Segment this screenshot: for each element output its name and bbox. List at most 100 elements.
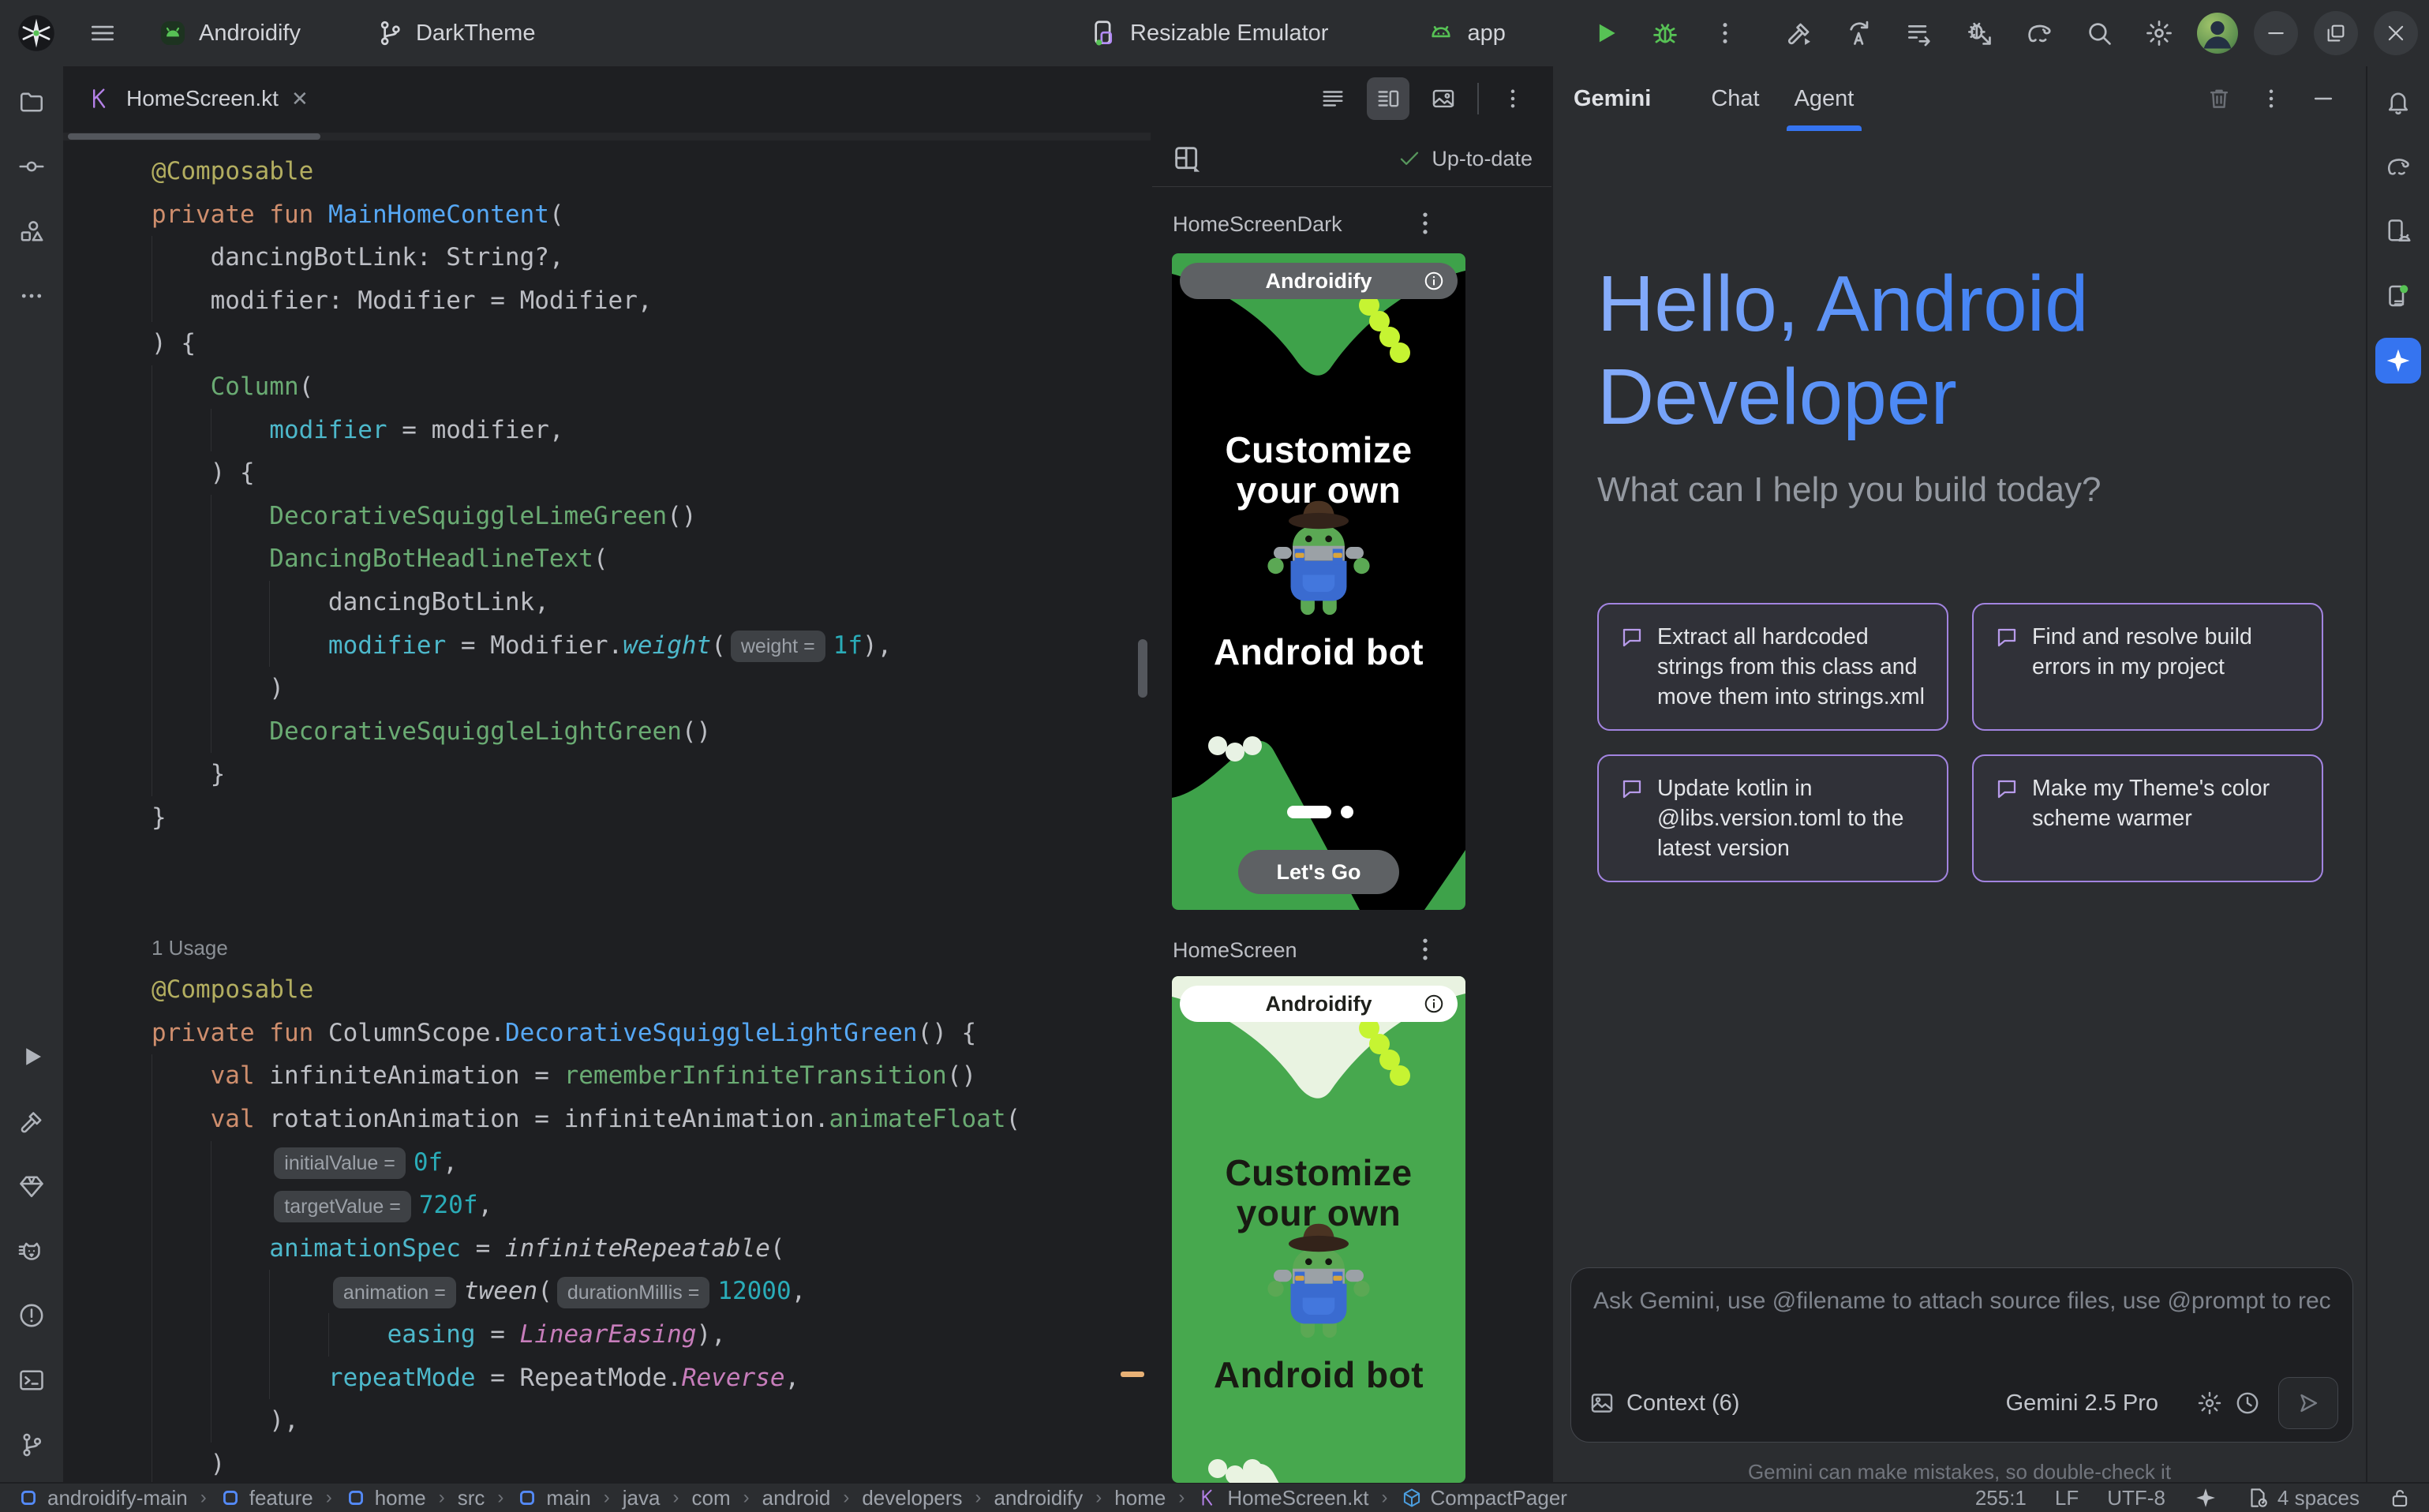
run-config-selector[interactable]: app bbox=[1417, 12, 1546, 54]
status-encoding[interactable]: UTF-8 bbox=[2107, 1486, 2165, 1510]
suggestion-card[interactable]: Extract all hardcoded strings from this … bbox=[1597, 603, 1948, 731]
main-menu-button[interactable] bbox=[80, 11, 125, 55]
debug-button[interactable] bbox=[1643, 11, 1687, 55]
tool-window-logcat[interactable] bbox=[9, 1228, 54, 1274]
tool-window-build[interactable] bbox=[9, 1098, 54, 1144]
run-button[interactable] bbox=[1583, 11, 1627, 55]
status-caret-position[interactable]: 255:1 bbox=[1975, 1486, 2027, 1510]
gemini-tab-agent[interactable]: Agent bbox=[1777, 66, 1872, 131]
send-button[interactable] bbox=[2278, 1377, 2338, 1429]
tool-window-terminal[interactable] bbox=[9, 1357, 54, 1403]
sync-button[interactable] bbox=[1837, 11, 1881, 55]
suggestion-card[interactable]: Make my Theme's color scheme warmer bbox=[1972, 754, 2323, 882]
tool-window-version-control[interactable] bbox=[9, 1422, 54, 1468]
attach-image-icon[interactable] bbox=[1589, 1390, 1615, 1417]
gemini-header: Gemini ChatAgent bbox=[1553, 66, 2366, 131]
build-button[interactable] bbox=[1777, 11, 1821, 55]
status-read-write-toggle[interactable] bbox=[2388, 1486, 2412, 1510]
close-tab-icon[interactable]: ✕ bbox=[291, 87, 309, 111]
breadcrumb-item[interactable]: androidify-main bbox=[17, 1486, 188, 1510]
folder-root-icon bbox=[345, 1487, 367, 1509]
settings-button[interactable] bbox=[2137, 11, 2181, 55]
check-icon bbox=[1397, 146, 1422, 171]
profiler-button[interactable] bbox=[1897, 11, 1941, 55]
preview-options-button[interactable] bbox=[1409, 934, 1441, 965]
code-line: modifier = Modifier.weight(weight =1f), bbox=[152, 624, 1119, 668]
minimize-window-button[interactable] bbox=[2254, 11, 2298, 55]
tool-window-gradle[interactable] bbox=[2375, 144, 2421, 189]
breadcrumb-item[interactable]: CompactPager bbox=[1401, 1486, 1567, 1510]
breadcrumb-item[interactable]: feature bbox=[219, 1486, 313, 1510]
gemini-panel: Gemini ChatAgent Hello, Android Develope… bbox=[1551, 66, 2366, 1482]
preview-canvas[interactable]: HomeScreenDark Androidify Customize your… bbox=[1152, 187, 1551, 1483]
breadcrumb-item[interactable]: java bbox=[623, 1486, 661, 1510]
chat-bubble-icon bbox=[1619, 625, 1645, 650]
tool-window-app-quality-insights[interactable] bbox=[9, 1163, 54, 1209]
horizontal-scrollbar[interactable] bbox=[63, 133, 1151, 140]
gemini-settings-icon[interactable] bbox=[2196, 1390, 2223, 1417]
editor-options-button[interactable] bbox=[1491, 77, 1534, 120]
design-view-button[interactable] bbox=[1422, 77, 1465, 120]
tool-window-problems[interactable] bbox=[9, 1293, 54, 1338]
close-window-button[interactable] bbox=[2374, 11, 2418, 55]
tool-window-notifications[interactable] bbox=[2375, 79, 2421, 125]
app-bar: Androidify bbox=[1180, 263, 1458, 299]
hide-panel-button[interactable] bbox=[2301, 77, 2345, 121]
kotlin-file-icon bbox=[87, 85, 114, 112]
tool-window-resource-manager[interactable] bbox=[9, 208, 54, 254]
breadcrumb-item[interactable]: src bbox=[458, 1486, 485, 1510]
tool-window-gemini[interactable] bbox=[2375, 338, 2421, 384]
tool-window-device-manager[interactable] bbox=[2375, 208, 2421, 254]
breadcrumb-item[interactable]: android bbox=[762, 1486, 831, 1510]
suggestion-card[interactable]: Update kotlin in @libs.version.toml to t… bbox=[1597, 754, 1948, 882]
breadcrumb-item[interactable]: androidify bbox=[994, 1486, 1084, 1510]
tool-window-run[interactable] bbox=[9, 1034, 54, 1080]
info-icon[interactable] bbox=[1423, 270, 1445, 292]
vertical-scrollbar[interactable] bbox=[1138, 639, 1147, 698]
phone-preview-dark[interactable]: Androidify Customize your own Android bo… bbox=[1172, 253, 1465, 910]
avatar[interactable] bbox=[2197, 13, 2238, 54]
branch-selector[interactable]: DarkTheme bbox=[365, 12, 577, 54]
attach-debugger-button[interactable] bbox=[1957, 11, 2001, 55]
breadcrumb-item[interactable]: com bbox=[691, 1486, 730, 1510]
model-selector[interactable]: Gemini 2.5 Pro bbox=[2006, 1390, 2185, 1417]
status-gemini-status[interactable] bbox=[2194, 1486, 2218, 1510]
tool-window-running-devices[interactable] bbox=[2375, 273, 2421, 319]
editor-tab-homescreen[interactable]: HomeScreen.kt ✕ bbox=[63, 66, 327, 131]
gemini-tab-chat[interactable]: Chat bbox=[1694, 66, 1776, 131]
code-editor[interactable]: @Composableprivate fun MainHomeContent( … bbox=[63, 131, 1151, 1482]
clear-chat-button[interactable] bbox=[2197, 77, 2241, 121]
preview-options-button[interactable] bbox=[1409, 208, 1441, 239]
gemini-options-button[interactable] bbox=[2249, 77, 2293, 121]
restore-window-button[interactable] bbox=[2314, 11, 2358, 55]
inlay-hint: targetValue = bbox=[274, 1191, 411, 1222]
preview-layout-icon[interactable] bbox=[1171, 143, 1203, 174]
context-selector[interactable]: Context (6) bbox=[1626, 1390, 1768, 1417]
suggestion-card[interactable]: Find and resolve build errors in my proj… bbox=[1972, 603, 2323, 731]
history-icon[interactable] bbox=[2234, 1390, 2261, 1417]
info-icon[interactable] bbox=[1423, 993, 1445, 1015]
android-studio-window: Androidify DarkTheme Resizable Emulator … bbox=[0, 0, 2429, 1512]
gemini-prompt-input[interactable] bbox=[1592, 1279, 2332, 1323]
more-actions-button[interactable] bbox=[1703, 11, 1747, 55]
gradle-sync-button[interactable] bbox=[2017, 11, 2061, 55]
tool-window-commit[interactable] bbox=[9, 144, 54, 189]
send-icon bbox=[2295, 1390, 2322, 1417]
tool-window-more-tool-windows[interactable] bbox=[9, 273, 54, 319]
breadcrumb-item[interactable]: home bbox=[345, 1486, 426, 1510]
device-selector[interactable]: Resizable Emulator bbox=[1080, 12, 1369, 54]
breadcrumb-item[interactable]: developers bbox=[862, 1486, 962, 1510]
status-line-separator[interactable]: LF bbox=[2055, 1486, 2079, 1510]
status-indent-style[interactable]: 4 spaces bbox=[2246, 1486, 2360, 1510]
tool-window-project[interactable] bbox=[9, 79, 54, 125]
breadcrumb-item[interactable]: main bbox=[516, 1486, 590, 1510]
breadcrumb-item[interactable]: HomeScreen.kt bbox=[1197, 1486, 1368, 1510]
split-view-button[interactable] bbox=[1367, 77, 1409, 120]
phone-preview-light[interactable]: Androidify Customize your own Android bo… bbox=[1172, 976, 1465, 1483]
breadcrumb-item[interactable]: home bbox=[1114, 1486, 1166, 1510]
lets-go-button[interactable]: Let's Go bbox=[1238, 850, 1399, 894]
project-selector[interactable]: Androidify bbox=[148, 12, 342, 54]
search-everywhere-button[interactable] bbox=[2077, 11, 2121, 55]
android-bot-image bbox=[1259, 487, 1379, 626]
code-view-button[interactable] bbox=[1312, 77, 1354, 120]
